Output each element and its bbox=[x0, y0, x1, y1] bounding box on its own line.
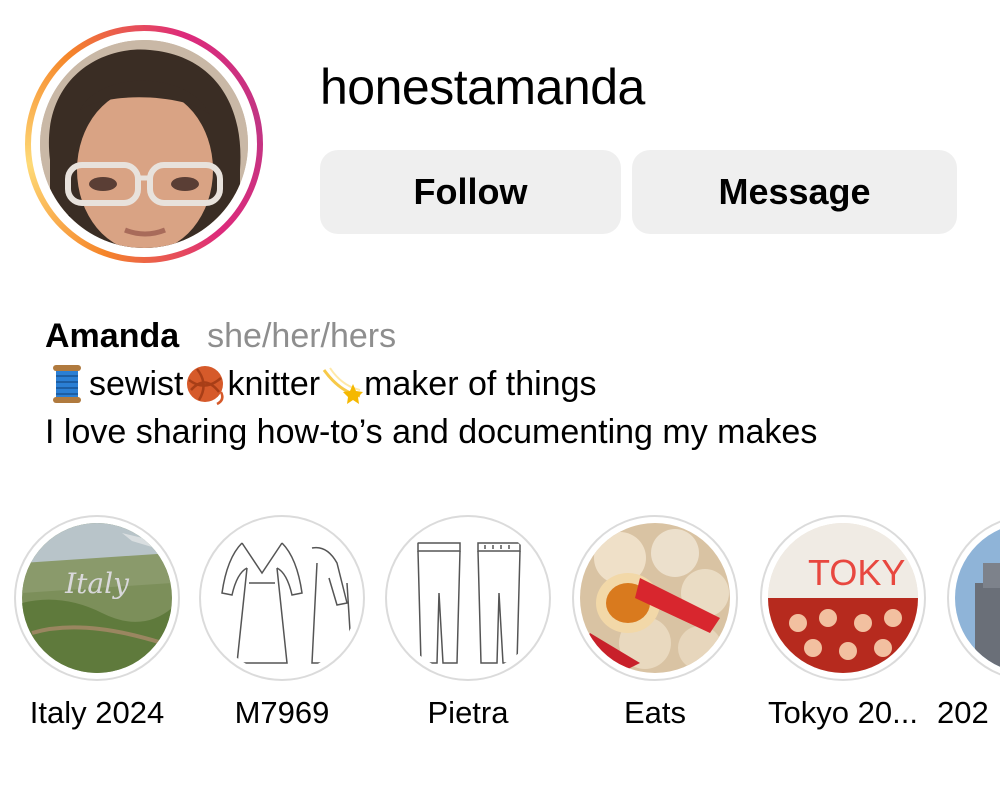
tower-photo bbox=[955, 523, 1000, 673]
dress-sketch bbox=[207, 523, 357, 673]
bio-maker: maker of things bbox=[364, 365, 597, 403]
highlight-ring bbox=[385, 515, 551, 681]
profile-bio: Amanda she/her/hers sewist knitter maker… bbox=[45, 312, 817, 456]
highlight-label: 202 bbox=[937, 695, 989, 730]
svg-text:TOKY: TOKY bbox=[808, 552, 905, 593]
dumplings-photo bbox=[580, 523, 730, 673]
highlight-ring: Italy bbox=[14, 515, 180, 681]
svg-text:Italy: Italy bbox=[64, 567, 130, 600]
message-button[interactable]: Message bbox=[632, 150, 957, 234]
avatar-ring-gap bbox=[31, 31, 257, 257]
italy-landscape-photo: Italy bbox=[22, 523, 172, 673]
highlight-ring: TOKY bbox=[760, 515, 926, 681]
highlight-label: Italy 2024 bbox=[29, 695, 165, 730]
pronouns: she/her/hers bbox=[207, 317, 397, 355]
yarn-icon bbox=[183, 362, 227, 406]
profile-page: honestamanda Follow Message Amanda she/h… bbox=[0, 0, 1000, 796]
bio-line-1: sewist knitter maker of things bbox=[45, 360, 817, 408]
display-name: Amanda bbox=[45, 317, 180, 355]
story-highlights: Italy Italy 2024 M7969 Pietra Eats TOKY … bbox=[0, 515, 1000, 745]
avatar bbox=[40, 40, 248, 248]
bio-name-line: Amanda she/her/hers bbox=[45, 312, 817, 360]
dizzy-star-icon bbox=[320, 362, 364, 406]
bio-sewist: sewist bbox=[89, 365, 184, 403]
tokyo-book-photo: TOKY bbox=[768, 523, 918, 673]
follow-button[interactable]: Follow bbox=[320, 150, 621, 234]
profile-username: honestamanda bbox=[320, 59, 645, 115]
bio-line-2: I love sharing how-to’s and documenting … bbox=[45, 413, 818, 451]
highlight-ring bbox=[947, 515, 1000, 681]
highlight-ring bbox=[199, 515, 365, 681]
highlight-202[interactable]: 202 bbox=[935, 515, 1000, 745]
highlight-label: Eats bbox=[623, 695, 687, 730]
highlight-ring bbox=[572, 515, 738, 681]
bio-knitter: knitter bbox=[227, 365, 321, 403]
pants-sketch bbox=[393, 523, 543, 673]
highlight-label: M7969 bbox=[234, 695, 330, 730]
spool-icon bbox=[45, 362, 89, 406]
story-avatar[interactable] bbox=[25, 25, 263, 263]
highlight-label: Pietra bbox=[427, 695, 509, 730]
highlight-label: Tokyo 20... bbox=[768, 695, 918, 730]
